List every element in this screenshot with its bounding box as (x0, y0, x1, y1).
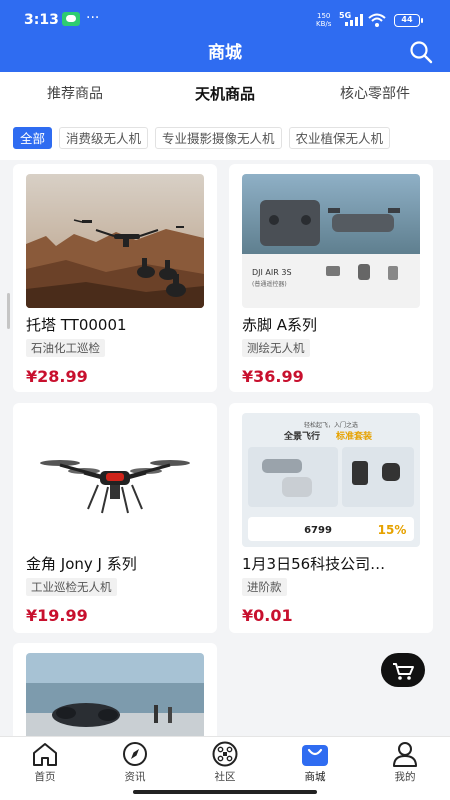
product-image (26, 653, 204, 743)
search-icon[interactable] (409, 40, 433, 64)
nav-shop-label: 商城 (304, 771, 326, 783)
product-image-tagline: 轻松起飞，入门之选 (304, 421, 358, 429)
product-image: DJI AIR 3S (普通遥控器) (242, 174, 420, 308)
product-card[interactable]: 金角 Jony J 系列 工业巡检无人机 ¥19.99 (13, 403, 217, 633)
product-card[interactable] (13, 643, 217, 743)
nav-community-label: 社区 (214, 771, 236, 783)
product-tag: 石油化工巡检 (26, 339, 105, 357)
product-image-model: DJI AIR 3S (252, 268, 292, 277)
product-price: ¥19.99 (26, 606, 88, 625)
top-bar: 3:13 ··· 150 KB/s 5G 44 商城 (0, 0, 450, 72)
product-image: 轻松起飞，入门之选 全景飞行 标准套装 6799 15% (242, 413, 420, 547)
product-image-heading: 全景飞行 (283, 430, 320, 442)
chip-agri-drone[interactable]: 农业植保无人机 (288, 127, 391, 149)
chip-all[interactable]: 全部 (13, 127, 53, 149)
tab-core-parts[interactable]: 核心零部件 (300, 72, 450, 116)
scroll-indicator (7, 293, 10, 329)
chip-consumer-drone[interactable]: 消费级无人机 (59, 127, 149, 149)
product-name: 1月3日56科技公司… (242, 555, 386, 573)
product-image-subtitle: (普通遥控器) (252, 280, 287, 288)
more-notifications: ··· (86, 10, 100, 26)
product-price: ¥0.01 (242, 606, 293, 625)
product-name: 赤脚 A系列 (242, 316, 318, 334)
nav-news-label: 资讯 (124, 771, 146, 783)
battery-indicator: 44 (394, 14, 423, 27)
nav-home[interactable]: 首页 (0, 737, 90, 800)
nav-profile-label: 我的 (394, 771, 416, 783)
profile-icon (393, 742, 417, 767)
wechat-icon (62, 12, 80, 26)
home-indicator (133, 790, 317, 794)
category-tabs: 推荐商品 天机商品 核心零部件 (0, 72, 450, 116)
product-image-heading-accent: 标准套装 (335, 430, 373, 442)
home-icon (33, 743, 57, 766)
network-speed: 150 KB/s (316, 12, 332, 28)
community-icon (212, 741, 238, 767)
product-tag: 进阶款 (242, 578, 287, 596)
nav-profile[interactable]: 我的 (360, 737, 450, 800)
status-bar: 3:13 ··· 150 KB/s 5G 44 (0, 0, 450, 38)
wifi-icon (368, 13, 386, 27)
shop-bag-icon (302, 745, 328, 766)
floating-cart-button[interactable] (381, 653, 425, 687)
product-price: ¥28.99 (26, 367, 88, 386)
page-title: 商城 (208, 43, 242, 63)
product-tag: 测绘无人机 (242, 339, 310, 357)
tab-recommended[interactable]: 推荐商品 (0, 72, 150, 116)
status-time: 3:13 (24, 12, 59, 28)
compass-icon (123, 742, 147, 766)
tab-tianji[interactable]: 天机商品 (150, 72, 300, 116)
cart-icon (393, 663, 414, 680)
product-card[interactable]: DJI AIR 3S (普通遥控器) 赤脚 A系列 测绘无人机 ¥36.99 (229, 164, 433, 392)
product-image (26, 174, 204, 308)
signal-icon (345, 14, 363, 26)
product-image-discount: 15% (378, 523, 407, 537)
product-image (26, 413, 204, 547)
chip-pro-photo-drone[interactable]: 专业摄影摄像无人机 (155, 127, 282, 149)
product-name: 金角 Jony J 系列 (26, 555, 137, 573)
nav-home-label: 首页 (34, 771, 56, 783)
product-tag: 工业巡检无人机 (26, 578, 117, 596)
product-card[interactable]: 托塔 TT00001 石油化工巡检 ¥28.99 (13, 164, 217, 392)
product-price: ¥36.99 (242, 367, 304, 386)
product-image-price: 6799 (304, 525, 332, 536)
product-name: 托塔 TT00001 (26, 316, 127, 334)
product-card[interactable]: 轻松起飞，入门之选 全景飞行 标准套装 6799 15% 1月3日56科技公司…… (229, 403, 433, 633)
filter-chips: 全部 消费级无人机 专业摄影摄像无人机 农业植保无人机 (0, 116, 450, 160)
